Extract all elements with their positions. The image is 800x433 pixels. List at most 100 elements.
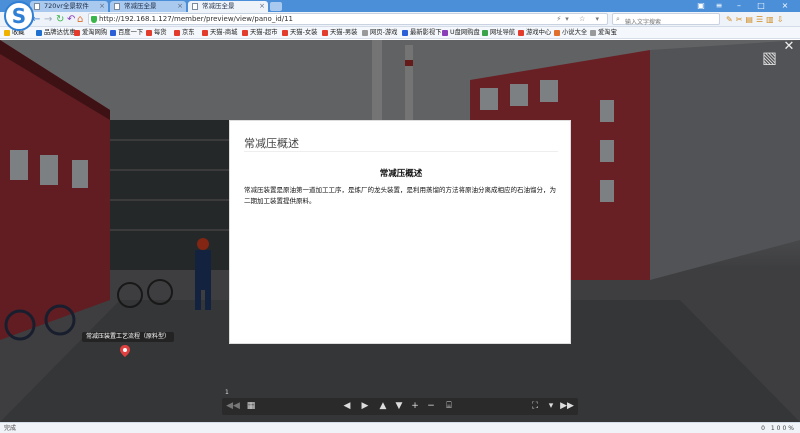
bookmark-item[interactable]: 天猫-女装 bbox=[282, 27, 317, 39]
skin-icon[interactable]: ▣ bbox=[692, 0, 710, 12]
bookmark-icon bbox=[202, 30, 208, 36]
address-bar: ← → ↻ ↶ ⌂ http://192.168.1.127/member/pr… bbox=[0, 12, 800, 28]
close-viewer-icon[interactable]: ✕ bbox=[782, 40, 796, 54]
tab-label: 720vr全景软件 bbox=[44, 2, 89, 10]
tab-label: 常减压全景 bbox=[124, 2, 157, 10]
prev-scene-icon[interactable]: ◀◀ bbox=[226, 398, 240, 415]
bookmark-label: 小说大全 bbox=[562, 29, 588, 36]
bookmark-icon bbox=[174, 30, 180, 36]
bookmark-icon bbox=[518, 30, 524, 36]
status-bar: 完成 0 100% bbox=[0, 422, 800, 433]
location-pin-icon[interactable] bbox=[120, 345, 130, 357]
bookmark-item[interactable]: 爱淘宝 bbox=[590, 27, 617, 39]
bookmark-label: 天猫-超市 bbox=[250, 29, 278, 36]
bookmark-item[interactable]: 小说大全 bbox=[554, 27, 587, 39]
url-field[interactable]: http://192.168.1.127/member/preview/view… bbox=[88, 13, 608, 25]
close-window-icon[interactable]: × bbox=[776, 0, 794, 12]
bookmark-label: 天猫-女装 bbox=[290, 29, 318, 36]
url-text: http://192.168.1.127/member/preview/view… bbox=[99, 15, 293, 23]
bookmark-icon bbox=[4, 30, 10, 36]
bookmark-item[interactable]: U盘网购盘 bbox=[442, 27, 480, 39]
bookmark-item[interactable]: 网址导航 bbox=[482, 27, 515, 39]
thumbnails-icon[interactable]: ▦ bbox=[244, 398, 258, 415]
close-tab-icon[interactable]: × bbox=[259, 1, 265, 12]
title-bar: 720vr全景软件 × 常减压全景 × 常减压全景 × ▣ ≡ – □ × bbox=[0, 0, 800, 12]
bookmark-label: 百度一下 bbox=[118, 29, 144, 36]
toolbar-icons[interactable]: ✎✂▤☰▥⇩ bbox=[726, 13, 786, 26]
bookmark-item[interactable]: 京东 bbox=[174, 27, 195, 39]
map-icon[interactable]: ▧ bbox=[762, 48, 784, 70]
bookmark-item[interactable]: 每货 bbox=[146, 27, 167, 39]
bookmark-item[interactable]: 天猫-超市 bbox=[242, 27, 277, 39]
bookmark-icon bbox=[242, 30, 248, 36]
bookmark-icon bbox=[146, 30, 152, 36]
address-actions[interactable]: ⚡▾ ☆ ▾ bbox=[556, 14, 603, 25]
bookmark-icon bbox=[482, 30, 488, 36]
search-input[interactable] bbox=[625, 17, 715, 28]
security-shield-icon bbox=[91, 16, 97, 23]
close-tab-icon[interactable]: × bbox=[177, 1, 183, 12]
bookmark-item[interactable]: 爱淘网购 bbox=[74, 27, 107, 39]
bookmark-label: 最新影视下 bbox=[410, 29, 442, 36]
browser-logo-icon: S bbox=[4, 1, 34, 31]
tab-2[interactable]: 常减压全景 × bbox=[110, 1, 186, 12]
refresh-icon[interactable]: ↻ bbox=[56, 13, 64, 26]
search-box[interactable]: ⌕ bbox=[612, 13, 720, 28]
modal-title: 常减压概述 bbox=[244, 137, 299, 150]
forward-icon[interactable]: → bbox=[44, 13, 52, 26]
next-scene-icon[interactable]: ▶▶ bbox=[560, 398, 574, 415]
bookmark-item[interactable]: 天猫-商城 bbox=[202, 27, 237, 39]
bookmark-label: 网址导航 bbox=[490, 29, 516, 36]
menu-icon[interactable]: ≡ bbox=[710, 0, 728, 12]
pan-left-icon[interactable]: ◀ bbox=[340, 398, 354, 415]
bookmark-item[interactable]: 游戏中心 bbox=[518, 27, 551, 39]
maximize-icon[interactable]: □ bbox=[752, 0, 770, 12]
document-icon bbox=[192, 3, 198, 10]
close-tab-icon[interactable]: × bbox=[99, 1, 105, 12]
tab-1[interactable]: 720vr全景软件 × bbox=[30, 1, 108, 12]
bookmark-icon bbox=[362, 30, 368, 36]
bookmark-label: 每货 bbox=[154, 29, 167, 36]
hotspot-label[interactable]: 常减压装置工艺流程（原料型） bbox=[82, 332, 175, 342]
bookmark-item[interactable]: 品牌达优惠 bbox=[36, 27, 75, 39]
tab-3-active[interactable]: 常减压全景 × bbox=[188, 1, 268, 12]
bookmark-label: 天猫-商城 bbox=[210, 29, 238, 36]
hide-bar-icon[interactable]: ▾ bbox=[544, 398, 558, 415]
bookmark-icon bbox=[36, 30, 42, 36]
status-text: 完成 bbox=[4, 425, 17, 432]
pan-down-icon[interactable]: ▼ bbox=[392, 398, 406, 415]
zoom-in-icon[interactable]: + bbox=[408, 398, 422, 415]
vr-glasses-icon[interactable]: ⌸ bbox=[442, 398, 456, 415]
bookmark-label: 京东 bbox=[182, 29, 195, 36]
article-title: 常减压概述 bbox=[379, 169, 423, 179]
minimize-icon[interactable]: – bbox=[730, 0, 748, 12]
bookmark-item[interactable]: 百度一下 bbox=[110, 27, 143, 39]
bookmark-bar: 收藏 品牌达优惠 爱淘网购 百度一下 每货 京东 天猫-商城 天猫-超市 天猫-女装 天猫-男装网… bbox=[0, 27, 800, 39]
bookmark-label: 爱淘宝 bbox=[598, 29, 617, 36]
bookmark-item[interactable]: 天猫-男装 bbox=[322, 27, 357, 39]
undo-icon[interactable]: ↶ bbox=[67, 13, 75, 26]
bookmark-icon bbox=[590, 30, 596, 36]
zoom-level[interactable]: 0 100% bbox=[761, 423, 796, 433]
modal-divider bbox=[244, 151, 558, 152]
pan-up-icon[interactable]: ▲ bbox=[376, 398, 390, 415]
bookmark-label: 天猫-男装 bbox=[330, 29, 358, 36]
bookmark-icon bbox=[74, 30, 80, 36]
zoom-out-icon[interactable]: − bbox=[424, 398, 438, 415]
bookmark-item[interactable]: 最新影视下 bbox=[402, 27, 441, 39]
pan-right-icon[interactable]: ▶ bbox=[358, 398, 372, 415]
bookmark-label: 网页-游戏 bbox=[370, 29, 398, 36]
tab-label: 常减压全景 bbox=[202, 2, 235, 10]
viewer-control-bar: ◀◀ ▦ ◀ ▶ ▲ ▼ + − ⌸ ⛶ ▾ ▶▶ bbox=[222, 398, 578, 415]
bookmark-label: 爱淘网购 bbox=[82, 29, 108, 36]
search-icon: ⌕ bbox=[616, 15, 620, 23]
bookmark-item[interactable]: 网页-游戏 bbox=[362, 27, 397, 39]
home-icon[interactable]: ⌂ bbox=[77, 13, 83, 26]
bookmark-icon bbox=[554, 30, 560, 36]
bookmark-icon bbox=[442, 30, 448, 36]
new-tab-button[interactable] bbox=[270, 2, 282, 11]
bookmark-label: 游戏中心 bbox=[526, 29, 552, 36]
article-body: 常减压装置是原油第一道加工工序，是炼厂的龙头装置，是利用蒸馏的方法将原油分离成相… bbox=[244, 186, 556, 205]
info-modal: 常减压概述 常减压概述 常减压装置是原油第一道加工工序，是炼厂的龙头装置，是利用… bbox=[229, 120, 571, 344]
fullscreen-icon[interactable]: ⛶ bbox=[528, 398, 542, 415]
